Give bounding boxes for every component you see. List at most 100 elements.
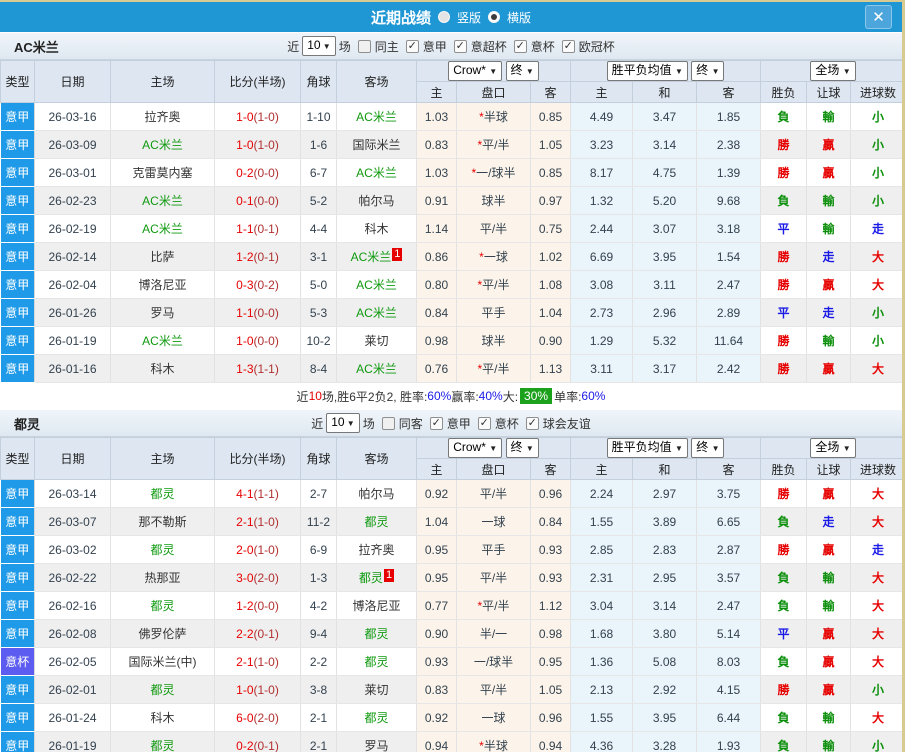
filter-checkbox-2[interactable]: ✓ xyxy=(453,39,467,53)
filter-checkbox-label-4[interactable]: 欧冠杯 xyxy=(579,38,615,55)
away-team-name: AC米兰 xyxy=(356,362,397,376)
corner-count: 2-7 xyxy=(300,479,337,508)
result-handicap: 贏 xyxy=(806,354,852,383)
col-header-winloss: 胜负 xyxy=(760,458,808,480)
fulltime-select[interactable]: 全场 ▼ xyxy=(810,61,856,81)
home-team-name: 克雷莫内塞 xyxy=(132,166,193,180)
match-type-badge: 意甲 xyxy=(0,731,35,752)
away-team-name: 科木 xyxy=(364,222,389,236)
match-type-badge: 意甲 xyxy=(0,535,35,564)
final-odds-select-1[interactable]: 终 ▼ xyxy=(505,61,539,81)
avg-draw-odds: 2.97 xyxy=(632,479,698,508)
avg-odds-select[interactable]: 胜平负均值 ▼ xyxy=(606,438,688,458)
match-count-select[interactable]: 10 ▼ xyxy=(326,413,360,433)
summary-part-9: 60% xyxy=(581,389,606,403)
halftime-score: (0-1) xyxy=(253,221,279,236)
vertical-layout-radio[interactable] xyxy=(437,11,450,23)
col-header-avg-away: 客 xyxy=(696,81,762,103)
corner-count: 11-2 xyxy=(300,507,337,536)
filter-checkbox-1[interactable]: ✓ xyxy=(405,39,419,53)
final-odds-select-2[interactable]: 终 ▼ xyxy=(691,438,725,458)
close-button[interactable]: ✕ xyxy=(865,5,892,29)
away-odds: 1.04 xyxy=(530,298,572,327)
halftime-score: (1-1) xyxy=(253,361,279,376)
filter-checkbox-label-2[interactable]: 意杯 xyxy=(495,415,519,432)
filter-checkbox-label-2[interactable]: 意超杯 xyxy=(471,38,507,55)
avg-draw-odds: 3.47 xyxy=(632,102,698,131)
match-date: 26-03-07 xyxy=(34,507,111,536)
away-team-cell: 都灵 xyxy=(336,507,417,536)
odds-source-select[interactable]: Crow* ▼ xyxy=(448,61,503,81)
match-count-value: 10 xyxy=(331,415,345,429)
filter-checkbox-label-0[interactable]: 同客 xyxy=(399,415,423,432)
halftime-score: (1-0) xyxy=(253,542,279,557)
filter-checkbox-4[interactable]: ✓ xyxy=(561,39,575,53)
home-team-cell: 都灵 xyxy=(110,479,215,508)
avg-home-odds: 2.31 xyxy=(570,563,634,592)
fulltime-score: 6-0 xyxy=(236,710,254,725)
away-odds: 1.02 xyxy=(530,242,572,271)
fulltime-score: 0-1 xyxy=(236,193,254,208)
avg-odds-select[interactable]: 胜平负均值 ▼ xyxy=(606,61,688,81)
horizontal-layout-label[interactable]: 横版 xyxy=(507,9,531,26)
filter-checkbox-2[interactable]: ✓ xyxy=(477,416,491,430)
away-team-cell: 博洛尼亚 xyxy=(336,591,417,620)
avg-home-odds: 4.49 xyxy=(570,102,634,131)
final-odds-select-2[interactable]: 终 ▼ xyxy=(691,61,725,81)
home-odds: 0.83 xyxy=(416,130,457,159)
handicap-line: *一/球半 xyxy=(456,158,531,187)
halftime-score: (0-1) xyxy=(253,249,279,264)
home-team-name: 热那亚 xyxy=(144,571,181,585)
col-header-handicap: 盘口 xyxy=(456,81,531,103)
result-handicap: 輸 xyxy=(806,591,852,620)
match-type-badge: 意甲 xyxy=(0,298,35,327)
match-date: 26-03-02 xyxy=(34,535,111,564)
red-card-badge: 1 xyxy=(392,248,403,261)
match-type-badge: 意甲 xyxy=(0,214,35,243)
close-icon: ✕ xyxy=(872,9,885,26)
avg-home-odds: 1.36 xyxy=(570,647,634,676)
result-winloss: 勝 xyxy=(760,354,808,383)
match-type-badge: 意甲 xyxy=(0,675,35,704)
score-cell: 1-1(0-1) xyxy=(214,214,301,243)
home-team-name: 国际米兰(中) xyxy=(128,655,197,669)
corner-count: 4-4 xyxy=(300,214,337,243)
filter-checkbox-label-1[interactable]: 意甲 xyxy=(447,415,471,432)
filter-checkbox-label-3[interactable]: 意杯 xyxy=(531,38,555,55)
home-team-name: AC米兰 xyxy=(142,138,183,152)
filter-checkbox-3[interactable]: ✓ xyxy=(513,39,527,53)
filter-checkbox-0[interactable] xyxy=(381,416,395,430)
result-handicap: 贏 xyxy=(806,675,852,704)
col-header-let: 让球 xyxy=(806,81,852,103)
col-header-away: 客场 xyxy=(336,437,417,480)
avg-away-odds: 2.47 xyxy=(696,270,762,299)
col-header-date: 日期 xyxy=(34,60,111,103)
result-winloss: 平 xyxy=(760,298,808,327)
filter-checkbox-label-1[interactable]: 意甲 xyxy=(423,38,447,55)
result-winloss: 平 xyxy=(760,214,808,243)
filter-checkbox-label-0[interactable]: 同主 xyxy=(375,38,399,55)
avg-home-odds: 3.11 xyxy=(570,354,634,383)
filter-checkbox-label-3[interactable]: 球会友谊 xyxy=(543,415,591,432)
fulltime-select[interactable]: 全场 ▼ xyxy=(810,438,856,458)
filter-checkbox-0[interactable] xyxy=(357,39,371,53)
vertical-layout-label[interactable]: 竖版 xyxy=(457,9,481,26)
match-count-select[interactable]: 10 ▼ xyxy=(302,36,336,56)
home-odds: 0.94 xyxy=(416,731,457,752)
fulltime-score: 1-2 xyxy=(236,249,254,264)
summary-part-4: 赢率: xyxy=(451,389,479,404)
home-team-cell: 克雷莫内塞 xyxy=(110,158,215,187)
avg-away-odds: 2.89 xyxy=(696,298,762,327)
avg-away-odds: 4.15 xyxy=(696,675,762,704)
odds-source-select[interactable]: Crow* ▼ xyxy=(448,438,503,458)
home-odds: 0.86 xyxy=(416,242,457,271)
red-card-badge: 1 xyxy=(383,569,395,582)
away-team-cell: 科木 xyxy=(336,214,417,243)
match-date: 26-01-16 xyxy=(34,354,111,383)
filter-checkbox-3[interactable]: ✓ xyxy=(525,416,539,430)
chevron-down-icon: ▼ xyxy=(320,42,331,51)
filter-checkbox-1[interactable]: ✓ xyxy=(429,416,443,430)
result-handicap: 贏 xyxy=(806,479,852,508)
horizontal-layout-radio[interactable] xyxy=(488,11,500,23)
final-odds-select-1[interactable]: 终 ▼ xyxy=(505,438,539,458)
